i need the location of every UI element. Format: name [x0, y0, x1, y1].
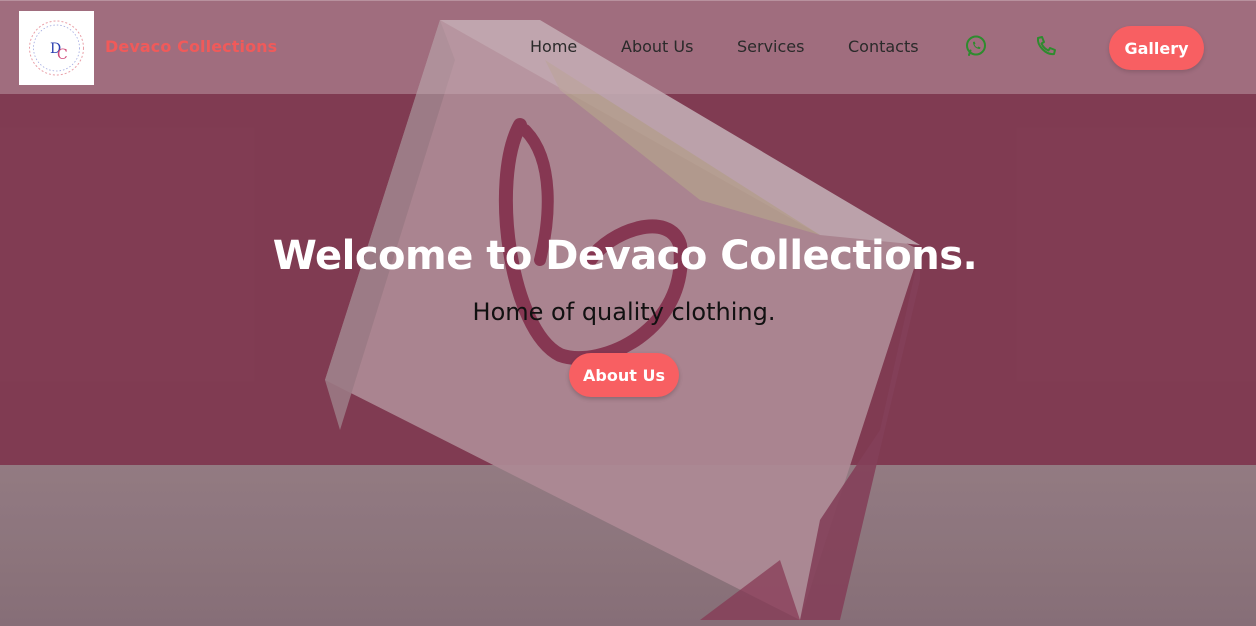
- svg-text:C: C: [57, 47, 68, 63]
- about-us-button[interactable]: About Us: [569, 353, 679, 397]
- header-bar: D C Devaco Collections Home About Us Ser…: [0, 0, 1256, 94]
- nav-about-us[interactable]: About Us: [621, 37, 693, 56]
- nav-contacts[interactable]: Contacts: [848, 37, 919, 56]
- logo-icon: D C: [29, 20, 84, 76]
- phone-icon[interactable]: [1034, 34, 1058, 58]
- logo[interactable]: D C: [19, 11, 94, 85]
- whatsapp-icon[interactable]: [964, 34, 988, 58]
- hero-subtitle: Home of quality clothing.: [472, 298, 776, 326]
- gallery-button[interactable]: Gallery: [1109, 26, 1204, 70]
- brand-name[interactable]: Devaco Collections: [105, 37, 277, 56]
- page: D C Devaco Collections Home About Us Ser…: [0, 0, 1256, 626]
- nav-home[interactable]: Home: [530, 37, 577, 56]
- nav-services[interactable]: Services: [737, 37, 804, 56]
- hero-title: Welcome to Devaco Collections.: [272, 233, 978, 279]
